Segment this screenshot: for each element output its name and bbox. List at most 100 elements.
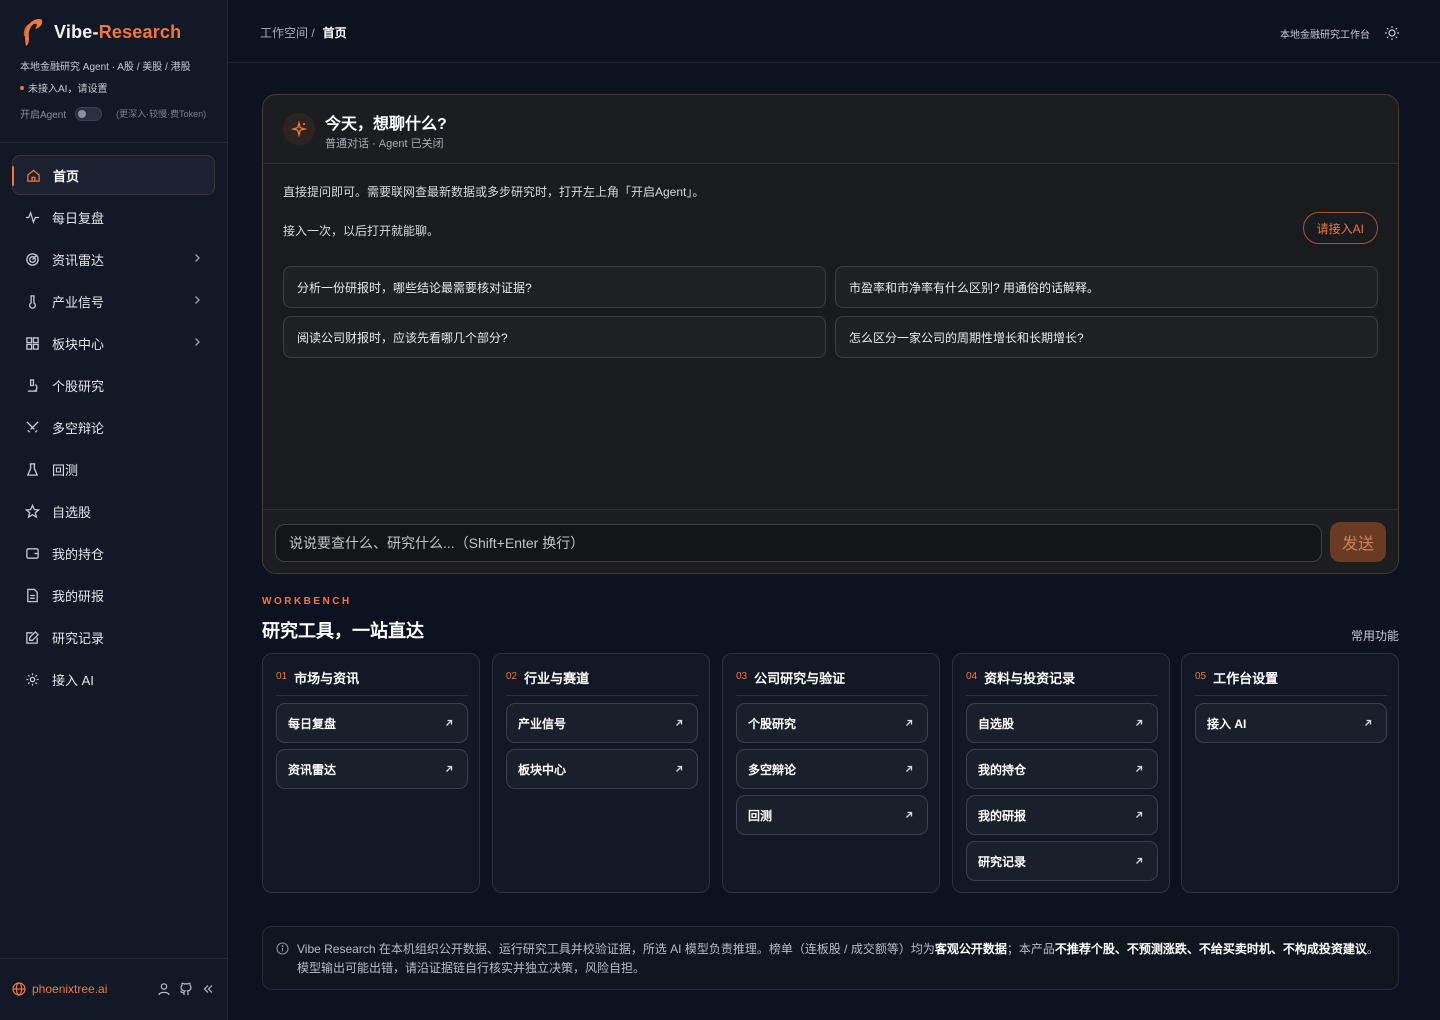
workbench-card-industry: 02 行业与赛道 产业信号 板块中心: [492, 653, 710, 893]
suggestion-chip[interactable]: 阅读公司财报时，应该先看哪几个部分?: [283, 316, 826, 358]
sidebar-item-research-log[interactable]: 研究记录: [12, 617, 215, 657]
card-link[interactable]: 我的持仓: [966, 749, 1158, 789]
user-icon[interactable]: [157, 982, 171, 996]
assistant-message: 接入一次，以后打开就能聊。: [283, 224, 440, 238]
microscope-icon: [24, 377, 40, 393]
arrow-up-right-icon: [676, 765, 683, 772]
arrow-up-right-icon: [906, 811, 913, 818]
divider: [0, 142, 228, 143]
status-dot-icon: [20, 85, 24, 90]
agent-toggle[interactable]: [75, 106, 103, 121]
card-link[interactable]: 个股研究: [736, 703, 928, 743]
chat-panel: 今天，想聊什么? 普通对话 · Agent 已关闭 直接提问即可。需要联网查最新…: [262, 94, 1399, 574]
suggestion-chip[interactable]: 怎么区分一家公司的周期性增长和长期增长?: [835, 316, 1378, 358]
edit-icon: [24, 629, 40, 645]
breadcrumb: 工作空间 / 首页: [260, 24, 347, 41]
star-icon: [24, 503, 40, 519]
card-link[interactable]: 我的研报: [966, 795, 1158, 835]
home-icon: [25, 167, 41, 183]
header-right: 本地金融研究工作台: [1280, 25, 1400, 41]
arrow-up-right-icon: [1365, 719, 1372, 726]
chevron-right-icon: [195, 338, 200, 346]
toggle-knob: [78, 109, 87, 118]
sidebar-item-debate[interactable]: 多空辩论: [12, 407, 215, 447]
collapse-icon[interactable]: [201, 982, 215, 996]
card-header: 03 公司研究与验证: [736, 668, 928, 696]
card-link[interactable]: 板块中心: [506, 749, 698, 789]
breadcrumb-parent[interactable]: 工作空间 /: [260, 26, 315, 40]
phoenix-logo-icon: [23, 19, 43, 46]
workbench-card-records: 04 资料与投资记录 自选股 我的持仓 我的研报 研究记录: [952, 653, 1170, 893]
chat-header: 今天，想聊什么? 普通对话 · Agent 已关闭: [263, 95, 1398, 164]
divider: [0, 958, 228, 959]
arrow-up-right-icon: [676, 719, 683, 726]
brand[interactable]: Vibe-Research: [20, 16, 181, 48]
footer-link[interactable]: phoenixtree.ai: [12, 982, 107, 996]
workbench-kicker: WORKBENCH: [262, 596, 352, 607]
grid-icon: [24, 335, 40, 351]
card-link[interactable]: 每日复盘: [276, 703, 468, 743]
sidebar-item-my-reports[interactable]: 我的研报: [12, 575, 215, 615]
chevron-right-icon: [195, 296, 200, 304]
send-button[interactable]: 发送: [1330, 522, 1386, 562]
sidebar-item-news-radar[interactable]: 资讯雷达: [12, 239, 215, 279]
sidebar-item-daily-review[interactable]: 每日复盘: [12, 197, 215, 237]
sparkle-icon: [283, 113, 315, 145]
radar-icon: [24, 251, 40, 267]
arrow-up-right-icon: [446, 765, 453, 772]
sun-icon[interactable]: [1384, 25, 1400, 41]
sidebar-item-watchlist[interactable]: 自选股: [12, 491, 215, 531]
common-functions-label: 常用功能: [1351, 629, 1400, 643]
brand-subtitle: 本地金融研究 Agent · A股 / 美股 / 港股: [20, 62, 191, 73]
info-icon: [276, 942, 289, 955]
card-header: 02 行业与赛道: [506, 668, 698, 696]
arrow-up-right-icon: [1136, 719, 1143, 726]
footer-actions: [157, 982, 215, 996]
topbar: 工作空间 / 首页 本地金融研究工作台: [228, 0, 1440, 63]
agent-toggle-label: 开启Agent: [20, 110, 67, 121]
arrow-up-right-icon: [906, 765, 913, 772]
card-header: 05 工作台设置: [1195, 668, 1387, 696]
swords-icon: [24, 419, 40, 435]
globe-icon: [12, 982, 26, 996]
card-link[interactable]: 回测: [736, 795, 928, 835]
suggestion-chip[interactable]: 市盈率和市净率有什么区别? 用通俗的话解释。: [835, 266, 1378, 308]
arrow-up-right-icon: [446, 719, 453, 726]
sidebar-item-industry-signal[interactable]: 产业信号: [12, 281, 215, 321]
breadcrumb-current: 首页: [322, 26, 347, 40]
suggestion-chip[interactable]: 分析一份研报时，哪些结论最需要核对证据?: [283, 266, 826, 308]
sidebar-item-connect-ai[interactable]: 接入 AI: [12, 659, 215, 699]
ai-status[interactable]: 未接入AI，请设置: [20, 80, 107, 95]
github-icon[interactable]: [179, 982, 193, 996]
arrow-up-right-icon: [1136, 811, 1143, 818]
brand-name: Vibe-Research: [54, 21, 182, 42]
card-header: 01 市场与资讯: [276, 668, 468, 696]
disclaimer: Vibe Research 在本机组织公开数据、运行研究工具并校验证据，所选 A…: [262, 926, 1399, 990]
arrow-up-right-icon: [1136, 765, 1143, 772]
agent-hint: (更深入·较慢·费Token): [116, 109, 207, 119]
disclaimer-text: Vibe Research 在本机组织公开数据、运行研究工具并校验证据，所选 A…: [297, 942, 1379, 975]
file-icon: [24, 587, 40, 603]
sidebar-item-sector-center[interactable]: 板块中心: [12, 323, 215, 363]
ai-status-text: 未接入AI，请设置: [28, 84, 108, 95]
wallet-icon: [24, 545, 40, 561]
workbench-label: 本地金融研究工作台: [1280, 29, 1370, 41]
workbench-card-company: 03 公司研究与验证 个股研究 多空辩论 回测: [722, 653, 940, 893]
chat-title: 今天，想聊什么?: [325, 116, 447, 133]
sidebar-item-stock-research[interactable]: 个股研究: [12, 365, 215, 405]
gear-icon: [24, 671, 40, 687]
chat-input[interactable]: [275, 524, 1322, 562]
sidebar-item-backtest[interactable]: 回测: [12, 449, 215, 489]
card-link[interactable]: 多空辩论: [736, 749, 928, 789]
pulse-icon: [24, 209, 40, 225]
card-link[interactable]: 产业信号: [506, 703, 698, 743]
arrow-up-right-icon: [906, 719, 913, 726]
card-link[interactable]: 资讯雷达: [276, 749, 468, 789]
card-link[interactable]: 研究记录: [966, 841, 1158, 881]
card-link[interactable]: 接入 AI: [1195, 703, 1387, 743]
sidebar-item-home[interactable]: 首页: [12, 155, 215, 195]
card-link[interactable]: 自选股: [966, 703, 1158, 743]
sidebar: Vibe-Research 本地金融研究 Agent · A股 / 美股 / 港…: [0, 0, 228, 1020]
connect-ai-button[interactable]: 请接入AI: [1302, 212, 1378, 244]
sidebar-item-holdings[interactable]: 我的持仓: [12, 533, 215, 573]
